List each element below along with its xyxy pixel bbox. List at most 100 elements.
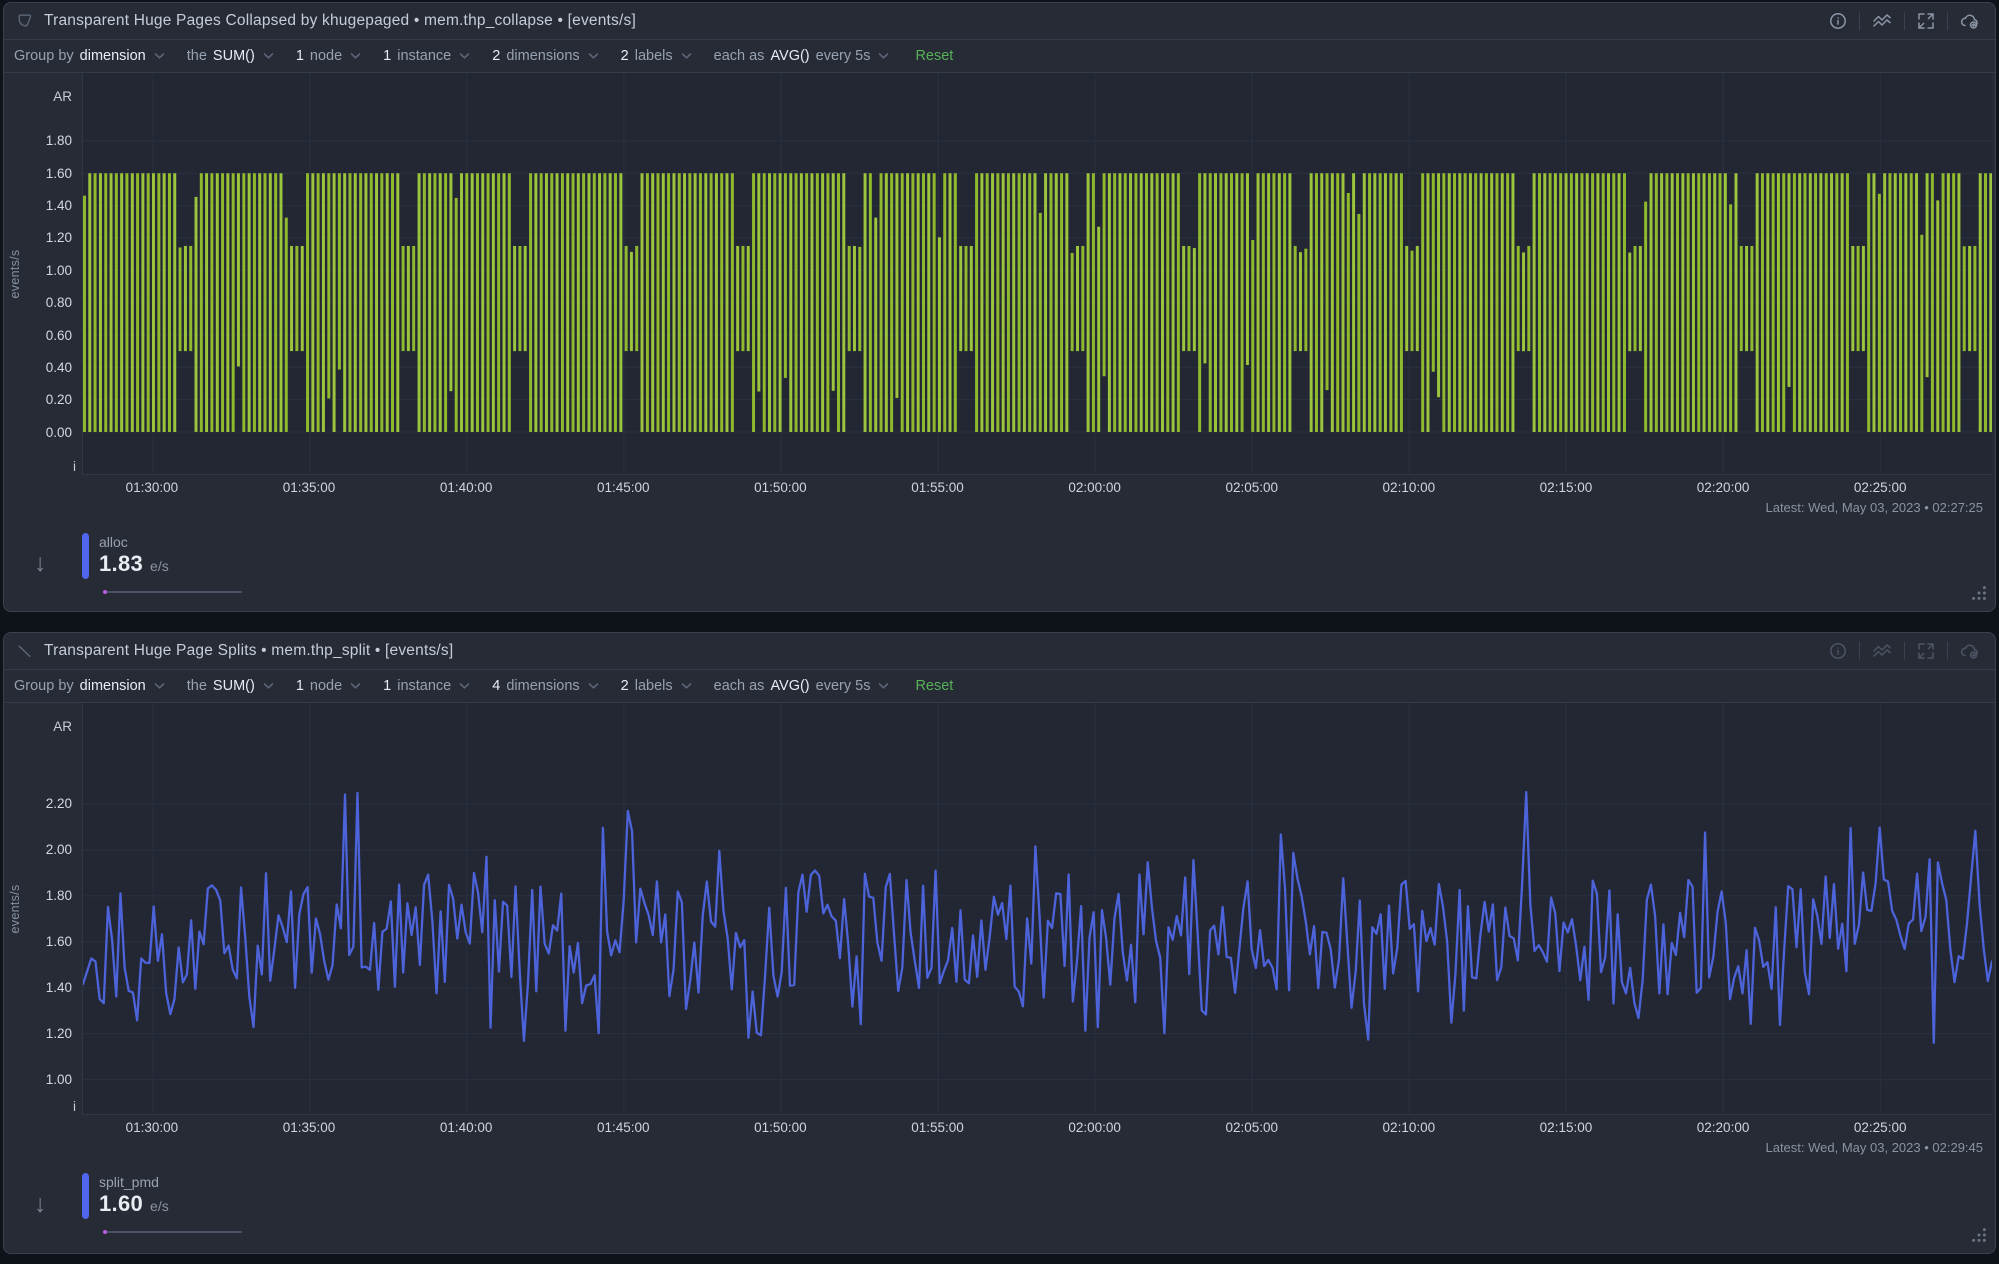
y-axis-units-label: events/s <box>8 885 22 934</box>
chart-area: AR i events/s 2.202.001.801.601.401.201.… <box>4 703 1995 1115</box>
chevron-down-icon <box>263 52 274 60</box>
expand-dimensions-icon[interactable]: ↓ <box>34 1190 47 1219</box>
resize-handle-icon[interactable] <box>1970 1226 1988 1249</box>
reset-button[interactable]: Reset <box>915 678 953 694</box>
info-icon[interactable] <box>1826 641 1850 661</box>
instances-dropdown[interactable]: 1 instance <box>383 678 470 694</box>
chart-title-bar: Transparent Huge Pages Collapsed by khug… <box>4 3 1995 40</box>
chevron-down-icon <box>459 52 470 60</box>
y-tick-label: 1.60 <box>46 934 72 950</box>
cloud-add-icon[interactable] <box>1957 641 1983 661</box>
chart-action-icons <box>1826 11 1983 31</box>
y-tick-label: 1.20 <box>46 230 72 246</box>
fullscreen-icon[interactable] <box>1914 641 1938 661</box>
dimension-slider[interactable] <box>104 1231 242 1233</box>
group-by-value: dimension <box>80 48 146 64</box>
info-icon[interactable] <box>1826 11 1850 31</box>
chart-filter-toolbar: Group by dimension the SUM() 1 node 1 in… <box>4 670 1995 703</box>
plot-canvas[interactable] <box>82 73 1992 475</box>
chevron-down-icon <box>681 682 692 690</box>
dimension-color-bar <box>82 1173 89 1219</box>
chevron-down-icon <box>681 52 692 60</box>
dimension-value: 1.83 <box>99 551 143 577</box>
y-axis-gutter: AR i events/s 2.202.001.801.601.401.201.… <box>4 703 82 1115</box>
dimension-color-bar <box>82 533 89 579</box>
x-tick-label: 02:20:00 <box>1697 1120 1750 1135</box>
resize-handle-icon[interactable] <box>1970 584 1988 607</box>
y-tick-label: 0.60 <box>46 328 72 344</box>
x-tick-label: 02:25:00 <box>1854 1120 1907 1135</box>
x-tick-label: 01:50:00 <box>754 1120 807 1135</box>
x-tick-label: 01:35:00 <box>283 1120 336 1135</box>
x-tick-label: 01:55:00 <box>911 1120 964 1135</box>
x-tick-label: 02:05:00 <box>1225 1120 1278 1135</box>
aggregate-dropdown[interactable]: the SUM() <box>187 678 274 694</box>
nodes-dropdown[interactable]: 1 node <box>296 48 361 64</box>
chevron-down-icon <box>588 52 599 60</box>
aggregate-dropdown[interactable]: the SUM() <box>187 48 274 64</box>
chart-panel-thp-split: Transparent Huge Page Splits • mem.thp_s… <box>3 632 1996 1254</box>
chevron-down-icon <box>350 682 361 690</box>
x-axis: 01:30:0001:35:0001:40:0001:45:0001:50:00… <box>82 475 1992 499</box>
chevron-down-icon <box>350 52 361 60</box>
dimensions-dropdown[interactable]: 4 dimensions <box>492 678 598 694</box>
chart-title: Transparent Huge Page Splits • mem.thp_s… <box>44 642 453 660</box>
x-tick-label: 02:25:00 <box>1854 480 1907 495</box>
chevron-down-icon <box>459 682 470 690</box>
y-tick-label: 1.80 <box>46 888 72 904</box>
dimension-slider[interactable] <box>104 591 242 593</box>
dimension-item-split-pmd[interactable]: split_pmd 1.60 e/s <box>82 1173 169 1219</box>
anomaly-rate-label[interactable]: AR <box>53 719 72 734</box>
labels-dropdown[interactable]: 2 labels <box>621 48 692 64</box>
x-tick-label: 01:35:00 <box>283 480 336 495</box>
expand-dimensions-icon[interactable]: ↓ <box>34 549 47 578</box>
divider <box>1904 642 1905 660</box>
dimensions-dropdown[interactable]: 2 dimensions <box>492 48 598 64</box>
y-tick-label: 0.80 <box>46 295 72 311</box>
divider <box>1947 12 1948 30</box>
chart-type-picker-icon[interactable] <box>1869 641 1895 661</box>
x-tick-label: 02:10:00 <box>1383 480 1436 495</box>
time-aggregation-dropdown[interactable]: each as AVG() every 5s <box>714 678 890 694</box>
time-aggregation-dropdown[interactable]: each as AVG() every 5s <box>714 48 890 64</box>
dimension-value: 1.60 <box>99 1191 143 1217</box>
dimension-name: split_pmd <box>99 1173 169 1191</box>
chart-title-bar: Transparent Huge Page Splits • mem.thp_s… <box>4 633 1995 670</box>
group-by-label: Group by <box>14 48 74 64</box>
x-tick-label: 01:45:00 <box>597 1120 650 1135</box>
chart-panel-thp-collapse: Transparent Huge Pages Collapsed by khug… <box>3 2 1996 612</box>
x-tick-label: 01:30:00 <box>126 480 179 495</box>
x-tick-label: 01:40:00 <box>440 1120 493 1135</box>
plot-canvas[interactable] <box>82 703 1992 1115</box>
chart-area: AR i events/s 1.801.601.401.201.000.800.… <box>4 73 1995 475</box>
y-tick-label: 0.20 <box>46 392 72 408</box>
dimension-item-alloc[interactable]: alloc 1.83 e/s <box>82 533 169 579</box>
x-tick-label: 02:15:00 <box>1540 1120 1593 1135</box>
y-tick-label: 1.20 <box>46 1026 72 1042</box>
chart-action-icons <box>1826 641 1983 661</box>
divider <box>1859 642 1860 660</box>
cloud-add-icon[interactable] <box>1957 11 1983 31</box>
anomaly-rate-label[interactable]: AR <box>53 89 72 104</box>
reset-button[interactable]: Reset <box>915 48 953 64</box>
y-tick-label: 2.20 <box>46 796 72 812</box>
labels-dropdown[interactable]: 2 labels <box>621 678 692 694</box>
group-by-dropdown[interactable]: Group by dimension <box>14 48 165 64</box>
fullscreen-icon[interactable] <box>1914 11 1938 31</box>
group-by-dropdown[interactable]: Group by dimension <box>14 678 165 694</box>
y-axis-units-label: events/s <box>8 250 22 299</box>
y-tick-label: 1.40 <box>46 980 72 996</box>
instances-dropdown[interactable]: 1 instance <box>383 48 470 64</box>
x-tick-label: 02:05:00 <box>1225 480 1278 495</box>
x-tick-label: 02:00:00 <box>1068 480 1121 495</box>
x-tick-label: 02:00:00 <box>1068 1120 1121 1135</box>
chart-filter-toolbar: Group by dimension the SUM() 1 node 1 in… <box>4 40 1995 73</box>
nodes-dropdown[interactable]: 1 node <box>296 678 361 694</box>
chart-type-picker-icon[interactable] <box>1869 11 1895 31</box>
y-tick-label: 0.00 <box>46 425 72 441</box>
info-ribbon-label[interactable]: i <box>73 459 76 474</box>
info-ribbon-label[interactable]: i <box>73 1099 76 1114</box>
divider <box>1859 12 1860 30</box>
chart-title: Transparent Huge Pages Collapsed by khug… <box>44 12 636 30</box>
x-tick-label: 02:10:00 <box>1383 1120 1436 1135</box>
